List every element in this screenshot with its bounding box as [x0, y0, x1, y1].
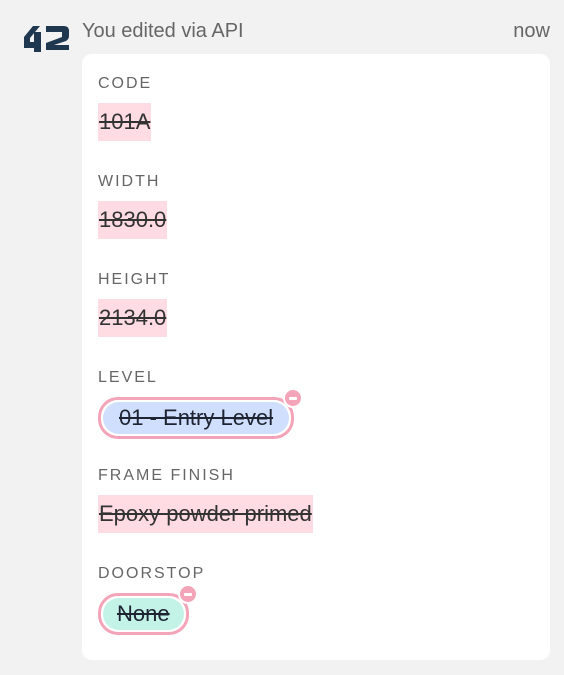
field-frame-finish: FRAME FINISH Epoxy powder primed [98, 466, 534, 564]
chip-level-label: 01 - Entry Level [103, 402, 290, 434]
removed-chip-level: 01 - Entry Level [98, 388, 304, 439]
remove-icon[interactable] [177, 584, 198, 604]
removed-chip-doorstop: None [98, 584, 198, 635]
chip-doorstop-label: None [103, 598, 184, 630]
field-label-code: CODE [98, 75, 153, 92]
removed-value-code: 101A [98, 103, 152, 141]
removed-value-width: 1830.0 [98, 201, 168, 239]
api-42-logo-icon [24, 26, 69, 52]
changes-card: CODE 101A WIDTH 1830.0 HEIGHT 2134.0 LEV… [82, 54, 550, 660]
field-label-width: WIDTH [98, 173, 161, 190]
activity-description: You edited via API [82, 20, 244, 42]
field-width: WIDTH 1830.0 [98, 172, 534, 270]
remove-icon[interactable] [283, 388, 304, 408]
field-height: HEIGHT 2134.0 [98, 270, 534, 368]
field-label-level: LEVEL [98, 369, 158, 386]
activity-entry: You edited via API now CODE 101A WIDTH 1… [0, 0, 564, 675]
field-level: LEVEL 01 - Entry Level [98, 368, 534, 466]
field-code: CODE 101A [98, 74, 534, 172]
activity-timestamp: now [513, 20, 550, 42]
field-label-height: HEIGHT [98, 271, 171, 288]
field-doorstop: DOORSTOP None [98, 564, 534, 662]
removed-value-frame-finish: Epoxy powder primed [98, 495, 313, 533]
field-label-frame-finish: FRAME FINISH [98, 467, 235, 484]
field-label-doorstop: DOORSTOP [98, 565, 206, 582]
removed-value-height: 2134.0 [98, 299, 168, 337]
